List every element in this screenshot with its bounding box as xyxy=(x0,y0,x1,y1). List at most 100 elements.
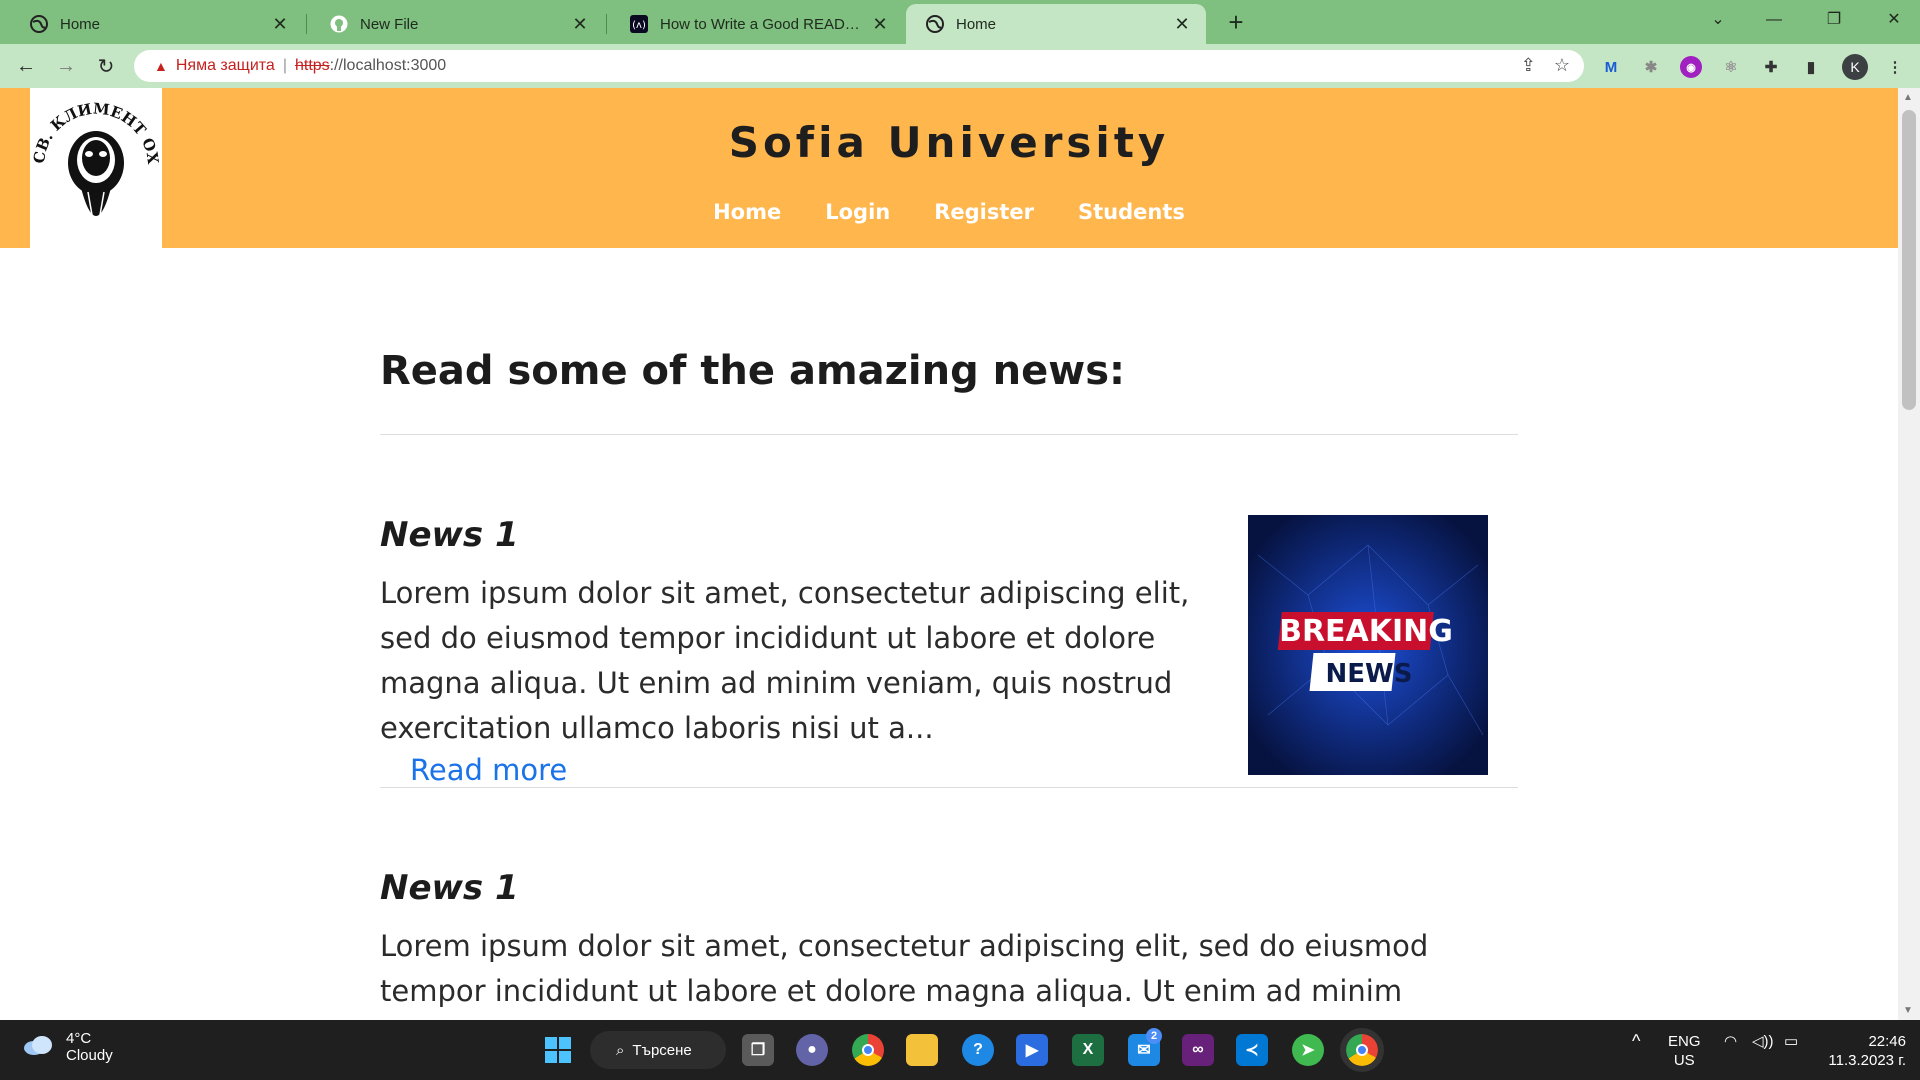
globe-icon xyxy=(926,15,944,33)
back-icon[interactable]: ← xyxy=(12,52,40,80)
svg-text:BREAKING: BREAKING xyxy=(1279,614,1453,649)
chrome-icon[interactable] xyxy=(852,1034,884,1066)
side-panel-icon[interactable]: ▮ xyxy=(1800,56,1822,78)
minimize-icon[interactable]: — xyxy=(1756,6,1792,34)
close-icon[interactable]: ✕ xyxy=(270,14,290,35)
site-header: СВ. КЛИМЕНТ ОХРИДСКИ Sofia University Ho… xyxy=(0,88,1898,248)
paper-plane-icon[interactable]: ➤ xyxy=(1292,1034,1324,1066)
tab-home-1[interactable]: Home ✕ xyxy=(10,4,304,44)
extension-purple-icon[interactable]: ◉ xyxy=(1680,56,1702,78)
globe-icon xyxy=(30,15,48,33)
nav-register-link[interactable]: Register xyxy=(934,200,1034,224)
windows-taskbar: 4°C Cloudy ⌕ Търсене ❐ ● ? ▶ X ✉ 2 ∞ ≺ ➤… xyxy=(0,1020,1920,1080)
nav-students-link[interactable]: Students xyxy=(1078,200,1185,224)
omnibox-actions: ⇪ ☆ xyxy=(1521,55,1570,76)
warning-icon[interactable]: ▲ xyxy=(154,58,168,74)
restore-icon[interactable]: ❐ xyxy=(1816,6,1852,34)
tab-title: Home xyxy=(60,15,101,33)
svg-text:NEWS: NEWS xyxy=(1326,659,1413,689)
extension-bug-icon[interactable]: ✱ xyxy=(1640,56,1662,78)
tab-divider xyxy=(306,14,307,34)
site-title: Sofia University xyxy=(728,118,1170,167)
tab-title: How to Write a Good README File xyxy=(660,15,870,33)
tab-title: New File xyxy=(360,15,419,33)
search-icon: ⌕ xyxy=(616,1041,625,1059)
power-automate-icon[interactable]: ▶ xyxy=(1016,1034,1048,1066)
close-icon[interactable]: ✕ xyxy=(570,14,590,35)
clock[interactable]: 22:46 11.3.2023 г. xyxy=(1826,1032,1906,1070)
time-text: 22:46 xyxy=(1868,1033,1906,1050)
tab-search-icon[interactable]: ⌄ xyxy=(1700,6,1736,34)
excel-icon[interactable]: X xyxy=(1072,1034,1104,1066)
language-indicator[interactable]: ENG US xyxy=(1668,1032,1701,1070)
puzzle-icon[interactable]: ✚ xyxy=(1760,56,1782,78)
news-item: News 1 Lorem ipsum dolor sit amet, conse… xyxy=(380,868,1518,1020)
tab-divider xyxy=(606,14,607,34)
mail-badge: 2 xyxy=(1146,1028,1162,1044)
weather-widget[interactable]: 4°C Cloudy xyxy=(22,1030,113,1064)
github-icon xyxy=(330,15,348,33)
date-text: 11.3.2023 г. xyxy=(1828,1052,1906,1069)
divider xyxy=(380,434,1518,435)
news-item: News 1 Lorem ipsum dolor sit amet, conse… xyxy=(380,515,1518,787)
forward-icon[interactable]: → xyxy=(52,52,80,80)
news-body: Lorem ipsum dolor sit amet, consectetur … xyxy=(380,576,1190,745)
close-window-icon[interactable]: ✕ xyxy=(1876,6,1912,34)
nav-login-link[interactable]: Login xyxy=(825,200,890,224)
profile-avatar[interactable]: K xyxy=(1842,54,1868,80)
tray-overflow-icon[interactable]: ^ xyxy=(1632,1032,1640,1051)
freecodecamp-icon: (ʌ) xyxy=(630,15,648,33)
menu-icon[interactable]: ⋮ xyxy=(1884,56,1906,78)
search-label: Търсене xyxy=(632,1041,692,1059)
scroll-up-icon[interactable]: ▲ xyxy=(1903,92,1913,103)
vscode-icon[interactable]: ≺ xyxy=(1236,1034,1268,1066)
url-scheme: https xyxy=(294,57,330,74)
tab-new-file[interactable]: New File ✕ xyxy=(310,4,604,44)
university-logo[interactable]: СВ. КЛИМЕНТ ОХРИДСКИ xyxy=(23,88,162,248)
wifi-icon[interactable]: ◠ xyxy=(1724,1032,1737,1051)
scrollbar-thumb[interactable] xyxy=(1902,110,1916,410)
news-body: Lorem ipsum dolor sit amet, consectetur … xyxy=(380,929,1429,1008)
cloud-icon xyxy=(22,1034,54,1060)
chrome-active-icon[interactable] xyxy=(1340,1028,1384,1072)
close-icon[interactable]: ✕ xyxy=(870,14,890,35)
teams-chat-icon[interactable]: ● xyxy=(796,1034,828,1066)
help-icon[interactable]: ? xyxy=(962,1034,994,1066)
page-heading: Read some of the amazing news: xyxy=(380,348,1126,394)
svg-text:(ʌ): (ʌ) xyxy=(632,20,646,31)
volume-icon[interactable]: ◁)) xyxy=(1752,1032,1774,1051)
address-bar[interactable]: ▲ Няма защита | https ://localhost:3000 … xyxy=(134,50,1584,82)
region-code: US xyxy=(1673,1052,1695,1069)
file-explorer-icon[interactable] xyxy=(906,1034,938,1066)
browser-toolbar: ← → ↻ ▲ Няма защита | https ://localhost… xyxy=(0,44,1920,88)
tab-readme[interactable]: (ʌ) How to Write a Good README File ✕ xyxy=(610,4,904,44)
web-page: СВ. КЛИМЕНТ ОХРИДСКИ Sofia University Ho… xyxy=(0,88,1898,1020)
task-view-icon[interactable]: ❐ xyxy=(742,1034,774,1066)
battery-icon[interactable]: ▭ xyxy=(1784,1032,1798,1051)
tab-home-active[interactable]: Home ✕ xyxy=(906,4,1206,44)
bookmark-star-icon[interactable]: ☆ xyxy=(1554,55,1570,76)
divider xyxy=(380,787,1518,788)
url-host: ://localhost:3000 xyxy=(329,57,447,74)
security-label[interactable]: Няма защита xyxy=(176,57,275,75)
nav-home-link[interactable]: Home xyxy=(713,200,781,224)
weather-desc: Cloudy xyxy=(66,1047,113,1064)
new-tab-button[interactable]: + xyxy=(1222,8,1250,36)
extension-m-icon[interactable]: M xyxy=(1600,56,1622,78)
visual-studio-icon[interactable]: ∞ xyxy=(1182,1034,1214,1066)
tab-title: Home xyxy=(956,15,997,33)
close-icon[interactable]: ✕ xyxy=(1172,14,1192,35)
reload-icon[interactable]: ↻ xyxy=(92,52,120,80)
react-devtools-icon[interactable]: ⚛ xyxy=(1720,56,1742,78)
main-content: Read some of the amazing news: News 1 Lo… xyxy=(380,248,1518,1020)
start-icon[interactable] xyxy=(542,1034,574,1066)
language-code: ENG xyxy=(1668,1033,1701,1050)
breaking-news-image[interactable]: BREAKING NEWS xyxy=(1248,515,1488,775)
page-scrollbar[interactable]: ▲ ▼ xyxy=(1898,88,1920,1020)
share-icon[interactable]: ⇪ xyxy=(1521,55,1536,76)
scroll-down-icon[interactable]: ▼ xyxy=(1903,1005,1913,1016)
news-title: News 1 xyxy=(380,868,519,908)
weather-temp: 4°C xyxy=(66,1030,92,1047)
taskbar-search[interactable]: ⌕ Търсене xyxy=(590,1031,726,1069)
omnibox-divider: | xyxy=(282,57,287,74)
